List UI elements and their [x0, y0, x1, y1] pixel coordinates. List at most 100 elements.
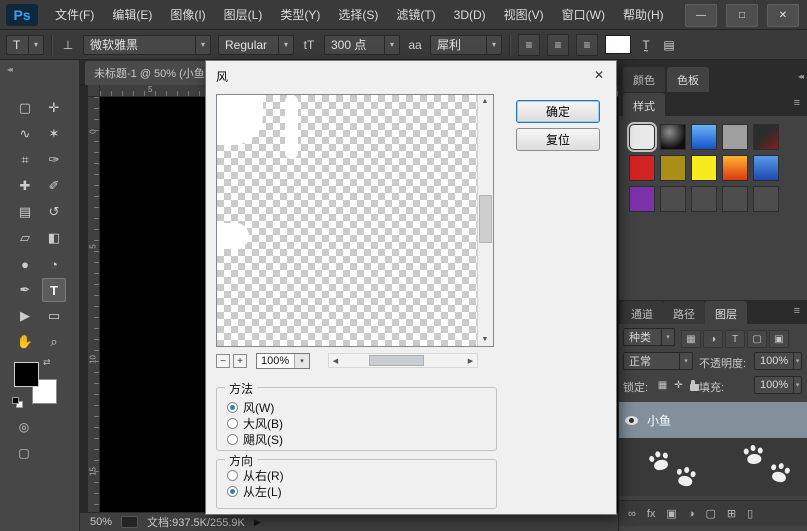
style-dark-red[interactable] [753, 124, 779, 150]
style-orange-gradient[interactable] [722, 155, 748, 181]
warp-text-icon[interactable]: T̰ [638, 38, 654, 52]
preview-vertical-scrollbar[interactable]: ▲ ▼ [477, 95, 493, 346]
layer-row-selected[interactable]: 小鱼 [619, 402, 807, 438]
maximize-button[interactable]: □ [726, 4, 758, 27]
default-colors-icon[interactable] [12, 397, 23, 408]
style-empty[interactable] [660, 186, 686, 212]
scrollbar-thumb[interactable] [479, 195, 492, 243]
tab-paths[interactable]: 路径 [663, 301, 705, 326]
menu-file[interactable]: 文件(F) [46, 0, 103, 30]
font-style-select[interactable]: Regular ▾ [218, 35, 294, 55]
collapse-toolbar-icon[interactable]: ◂◂ [7, 65, 11, 74]
style-dark-sphere[interactable] [660, 124, 686, 150]
collapse-dock-icon[interactable]: ◂◂ [798, 72, 802, 81]
align-right-button[interactable]: ≡ [576, 34, 598, 56]
align-left-button[interactable]: ≡ [518, 34, 540, 56]
minimize-button[interactable]: — [685, 4, 717, 27]
radio-stagger[interactable]: 飓风(S) [227, 432, 283, 446]
menu-window[interactable]: 窗口(W) [553, 0, 614, 30]
menu-image[interactable]: 图像(I) [161, 0, 214, 30]
fill-field[interactable]: 100% ▾ [754, 376, 802, 394]
layer-mask-icon[interactable]: ▣ [666, 507, 676, 520]
menu-layer[interactable]: 图层(L) [215, 0, 272, 30]
panel-menu-icon[interactable]: ≡ [794, 97, 800, 109]
scroll-up-icon[interactable]: ▲ [478, 95, 492, 108]
zoom-in-button[interactable]: + [233, 354, 247, 368]
style-empty[interactable] [753, 186, 779, 212]
style-default[interactable] [629, 124, 655, 150]
lasso-tool[interactable]: ∿ [13, 122, 37, 146]
zoom-tool[interactable]: ⌕ [42, 330, 66, 354]
style-blue-glossy[interactable] [691, 124, 717, 150]
tab-styles[interactable]: 样式 [623, 93, 665, 118]
anti-alias-select[interactable]: 犀利 ▾ [430, 35, 502, 55]
layer-visibility-icon[interactable] [625, 416, 638, 425]
text-orientation-icon[interactable]: ⊥ [60, 38, 76, 52]
menu-filter[interactable]: 滤镜(T) [387, 0, 444, 30]
ok-button[interactable]: 确定 [516, 100, 600, 123]
layer-thumbnail-area[interactable] [619, 438, 807, 496]
vertical-ruler[interactable]: 0 5 10 15 [88, 97, 100, 512]
tab-layers[interactable]: 图层 [705, 301, 747, 326]
toggle-panels-icon[interactable]: ▤ [661, 38, 677, 52]
close-window-button[interactable]: ✕ [767, 4, 799, 27]
menu-3d[interactable]: 3D(D) [445, 0, 495, 30]
menu-edit[interactable]: 编辑(E) [103, 0, 161, 30]
tab-swatches[interactable]: 色板 [667, 67, 709, 92]
eyedropper-tool[interactable]: ✑ [42, 148, 66, 172]
tab-color[interactable]: 颜色 [623, 67, 665, 92]
menu-select[interactable]: 选择(S) [329, 0, 387, 30]
preview-canvas[interactable] [217, 95, 478, 346]
path-selection-tool[interactable]: ▶ [13, 304, 37, 328]
style-red[interactable] [629, 155, 655, 181]
radio-from-left[interactable]: 从左(L) [227, 484, 282, 498]
layer-group-icon[interactable]: ▢ [705, 507, 715, 520]
filter-smart-icon[interactable]: ▣ [769, 330, 789, 348]
menu-view[interactable]: 视图(V) [495, 0, 553, 30]
filter-pixel-icon[interactable]: ▦ [681, 330, 701, 348]
filter-shape-icon[interactable]: ▢ [747, 330, 767, 348]
scroll-down-icon[interactable]: ▼ [478, 333, 492, 346]
history-brush-tool[interactable]: ↺ [42, 200, 66, 224]
opacity-field[interactable]: 100% ▾ [754, 352, 802, 370]
font-family-select[interactable]: 微软雅黑 ▾ [83, 35, 211, 55]
radio-from-right[interactable]: 从右(R) [227, 468, 284, 482]
scrollbar-thumb[interactable] [369, 355, 424, 366]
style-empty[interactable] [691, 186, 717, 212]
layer-style-icon[interactable]: fx [647, 508, 656, 520]
lock-position-icon[interactable]: ✛ [671, 378, 686, 393]
lock-transparency-icon[interactable]: ▦ [655, 378, 670, 393]
gradient-tool[interactable]: ◧ [42, 226, 66, 250]
layer-filter-type-select[interactable]: 种类 ▾ [623, 328, 675, 346]
style-blue-gradient[interactable] [753, 155, 779, 181]
menu-help[interactable]: 帮助(H) [614, 0, 673, 30]
style-purple[interactable] [629, 186, 655, 212]
style-olive[interactable] [660, 155, 686, 181]
style-yellow[interactable] [691, 155, 717, 181]
clone-stamp-tool[interactable]: ▤ [13, 200, 37, 224]
style-gray[interactable] [722, 124, 748, 150]
zoom-level-field[interactable]: 50% [90, 516, 112, 528]
eraser-tool[interactable]: ▱ [13, 226, 37, 250]
delete-layer-icon[interactable]: ▯ [747, 507, 753, 520]
magic-wand-tool[interactable]: ✶ [42, 122, 66, 146]
reset-button[interactable]: 复位 [516, 128, 600, 151]
preview-horizontal-scrollbar[interactable]: ◀ ▶ [328, 353, 478, 368]
document-tab[interactable]: 未标题-1 @ 50% (小鱼... [85, 61, 221, 85]
type-tool[interactable]: T [42, 278, 66, 302]
spot-healing-brush-tool[interactable]: ✚ [13, 174, 37, 198]
text-color-swatch[interactable] [605, 35, 631, 54]
blur-tool[interactable]: ● [13, 252, 37, 276]
screen-mode-icon[interactable]: ▢ [15, 444, 33, 462]
radio-blast[interactable]: 大风(B) [227, 416, 283, 430]
new-layer-icon[interactable]: ⊞ [727, 507, 736, 520]
tool-preset-picker[interactable]: T ▾ [6, 35, 44, 55]
align-center-button[interactable]: ≡ [547, 34, 569, 56]
status-menu-arrow-icon[interactable]: ▶ [254, 517, 261, 528]
move-tool[interactable]: ✛ [42, 96, 66, 120]
tab-channels[interactable]: 通道 [621, 301, 663, 326]
font-size-select[interactable]: 300 点 ▾ [324, 35, 400, 55]
pen-tool[interactable]: ✒ [13, 278, 37, 302]
adjustment-layer-icon[interactable]: ◑ [688, 508, 695, 520]
filter-adjustment-icon[interactable]: ◑ [703, 330, 723, 348]
